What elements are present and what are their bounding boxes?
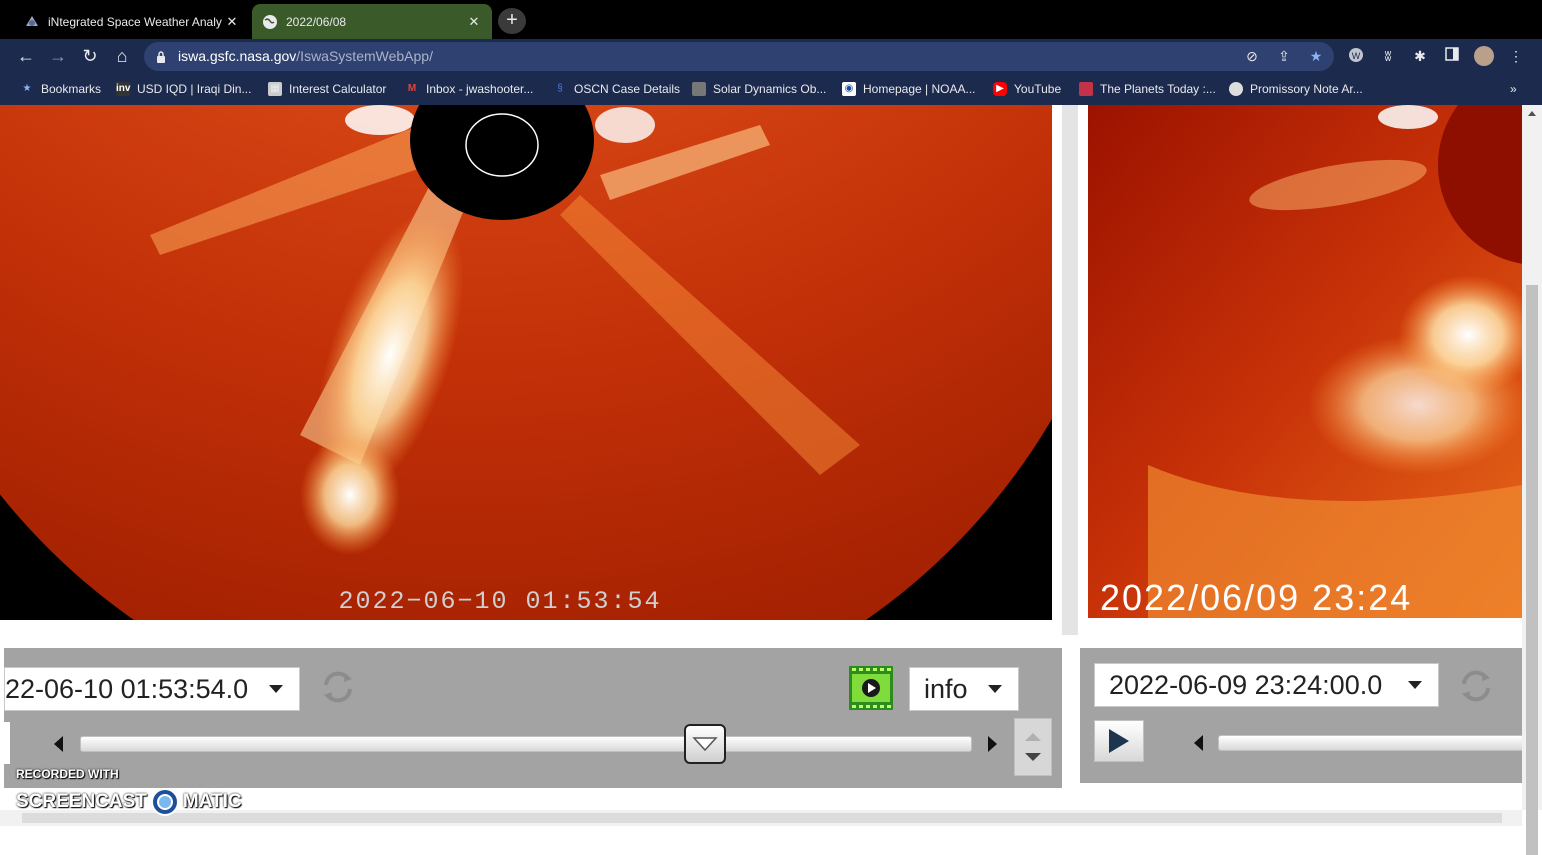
bookmark-star-icon[interactable]: ★ bbox=[1307, 47, 1325, 65]
url-text: iswa.gsfc.nasa.gov/IswaSystemWebApp/ bbox=[178, 48, 433, 64]
chevron-down-icon bbox=[1408, 681, 1422, 689]
tab-date[interactable]: 2022/06/08 ✕ bbox=[252, 4, 492, 39]
globe-icon bbox=[262, 14, 278, 30]
new-tab-button[interactable]: + bbox=[498, 8, 526, 34]
extension-v-icon[interactable]: ʬ bbox=[1379, 47, 1397, 65]
left-image-timestamp: 2022−06−10 01:53:54 bbox=[338, 587, 661, 616]
panel-border bbox=[1062, 105, 1078, 635]
tab-title: iNtegrated Space Weather Analy bbox=[48, 14, 222, 29]
menu-dots-icon[interactable]: ⋮ bbox=[1507, 47, 1525, 65]
planets-icon bbox=[1079, 82, 1093, 96]
scrollbar-thumb[interactable] bbox=[22, 813, 1502, 823]
youtube-icon: ▶ bbox=[993, 82, 1007, 96]
refresh-icon[interactable] bbox=[1456, 666, 1496, 706]
date-select-left[interactable]: 22-06-10 01:53:54.0 bbox=[4, 667, 300, 711]
vertical-scrollbar[interactable] bbox=[1522, 105, 1542, 855]
bookmark-item[interactable]: M Inbox - jwashooter... bbox=[405, 81, 534, 97]
avatar[interactable] bbox=[1474, 46, 1494, 66]
step-forward-icon[interactable] bbox=[988, 736, 997, 752]
right-image-timestamp: 2022/06/09 23:24 bbox=[1100, 577, 1412, 618]
star-icon: ★ bbox=[22, 83, 32, 94]
extension-w-icon[interactable]: W bbox=[1347, 47, 1365, 65]
more-bookmarks-button[interactable]: » bbox=[1510, 81, 1517, 97]
iswa-favicon-icon bbox=[24, 14, 40, 30]
tab-iswa[interactable]: iNtegrated Space Weather Analy ✕ bbox=[14, 4, 250, 39]
chevron-down-icon bbox=[988, 685, 1002, 693]
forward-icon[interactable]: → bbox=[46, 44, 70, 68]
time-slider-left[interactable] bbox=[80, 736, 972, 752]
gmail-icon: M bbox=[407, 83, 417, 94]
step-back-icon[interactable] bbox=[54, 736, 63, 752]
calculator-icon: ▦ bbox=[268, 82, 282, 96]
home-icon[interactable]: ⌂ bbox=[110, 44, 134, 68]
puzzle-icon[interactable]: ✱ bbox=[1411, 47, 1429, 65]
time-slider-right[interactable] bbox=[1218, 735, 1524, 751]
bookmark-item[interactable]: inv USD IQD | Iraqi Din... bbox=[116, 81, 251, 97]
bookmark-item[interactable]: ▦ Interest Calculator bbox=[268, 81, 386, 97]
bookmark-item[interactable]: § OSCN Case Details bbox=[553, 81, 680, 97]
promissory-icon bbox=[1229, 82, 1243, 96]
reload-icon[interactable]: ↻ bbox=[78, 44, 102, 68]
lock-icon[interactable] bbox=[156, 50, 166, 63]
noaa-icon: ◉ bbox=[842, 82, 856, 96]
chevron-down-icon bbox=[269, 685, 283, 693]
sdo-icon bbox=[692, 82, 706, 96]
coronagraph-left-svg: 2022−06−10 01:53:54 bbox=[0, 105, 1052, 620]
bookmark-item[interactable]: ★ Bookmarks bbox=[20, 81, 102, 97]
oscn-icon: § bbox=[557, 83, 563, 94]
bookmark-item[interactable]: Promissory Note Ar... bbox=[1229, 81, 1363, 97]
refresh-icon[interactable] bbox=[318, 667, 358, 707]
svg-text:W: W bbox=[1352, 51, 1361, 61]
step-back-icon[interactable] bbox=[1194, 735, 1203, 751]
back-icon[interactable]: ← bbox=[14, 44, 38, 68]
bookmark-item[interactable]: ▶ YouTube bbox=[993, 81, 1061, 97]
coronagraph-image-right: 2022/06/09 23:24 bbox=[1088, 105, 1522, 618]
coronagraph-image-left: 2022−06−10 01:53:54 bbox=[0, 105, 1052, 620]
scrollbar-thumb[interactable] bbox=[1526, 285, 1538, 855]
watermark-line1: RECORDED WITH bbox=[16, 767, 119, 781]
date-select-right[interactable]: 2022-06-09 23:24:00.0 bbox=[1094, 663, 1439, 707]
movie-icon[interactable] bbox=[848, 665, 894, 711]
speed-stepper[interactable] bbox=[1014, 718, 1052, 776]
screencast-logo-icon bbox=[150, 788, 179, 816]
slider-handle[interactable] bbox=[684, 724, 726, 764]
sidepanel-icon[interactable] bbox=[1443, 47, 1461, 65]
share-icon[interactable]: ⇪ bbox=[1275, 47, 1293, 65]
panel-edge bbox=[4, 722, 10, 764]
close-icon[interactable]: ✕ bbox=[224, 14, 240, 30]
bookmark-item[interactable]: The Planets Today :... bbox=[1079, 81, 1216, 97]
screencast-watermark: SCREENCAST MATIC bbox=[16, 788, 242, 816]
play-button[interactable] bbox=[1094, 720, 1144, 762]
bookmark-item[interactable]: ◉ Homepage | NOAA... bbox=[842, 81, 976, 97]
inv-icon: inv bbox=[116, 82, 131, 96]
info-select[interactable]: info bbox=[909, 667, 1019, 711]
eye-slash-icon[interactable]: ⊘ bbox=[1243, 47, 1261, 65]
scroll-up-icon[interactable] bbox=[1528, 111, 1536, 116]
bookmark-item[interactable]: Solar Dynamics Ob... bbox=[692, 81, 826, 97]
close-icon[interactable]: ✕ bbox=[466, 14, 482, 30]
tab-title: 2022/06/08 bbox=[286, 14, 347, 29]
coronagraph-right-svg: 2022/06/09 23:24 bbox=[1088, 105, 1522, 618]
